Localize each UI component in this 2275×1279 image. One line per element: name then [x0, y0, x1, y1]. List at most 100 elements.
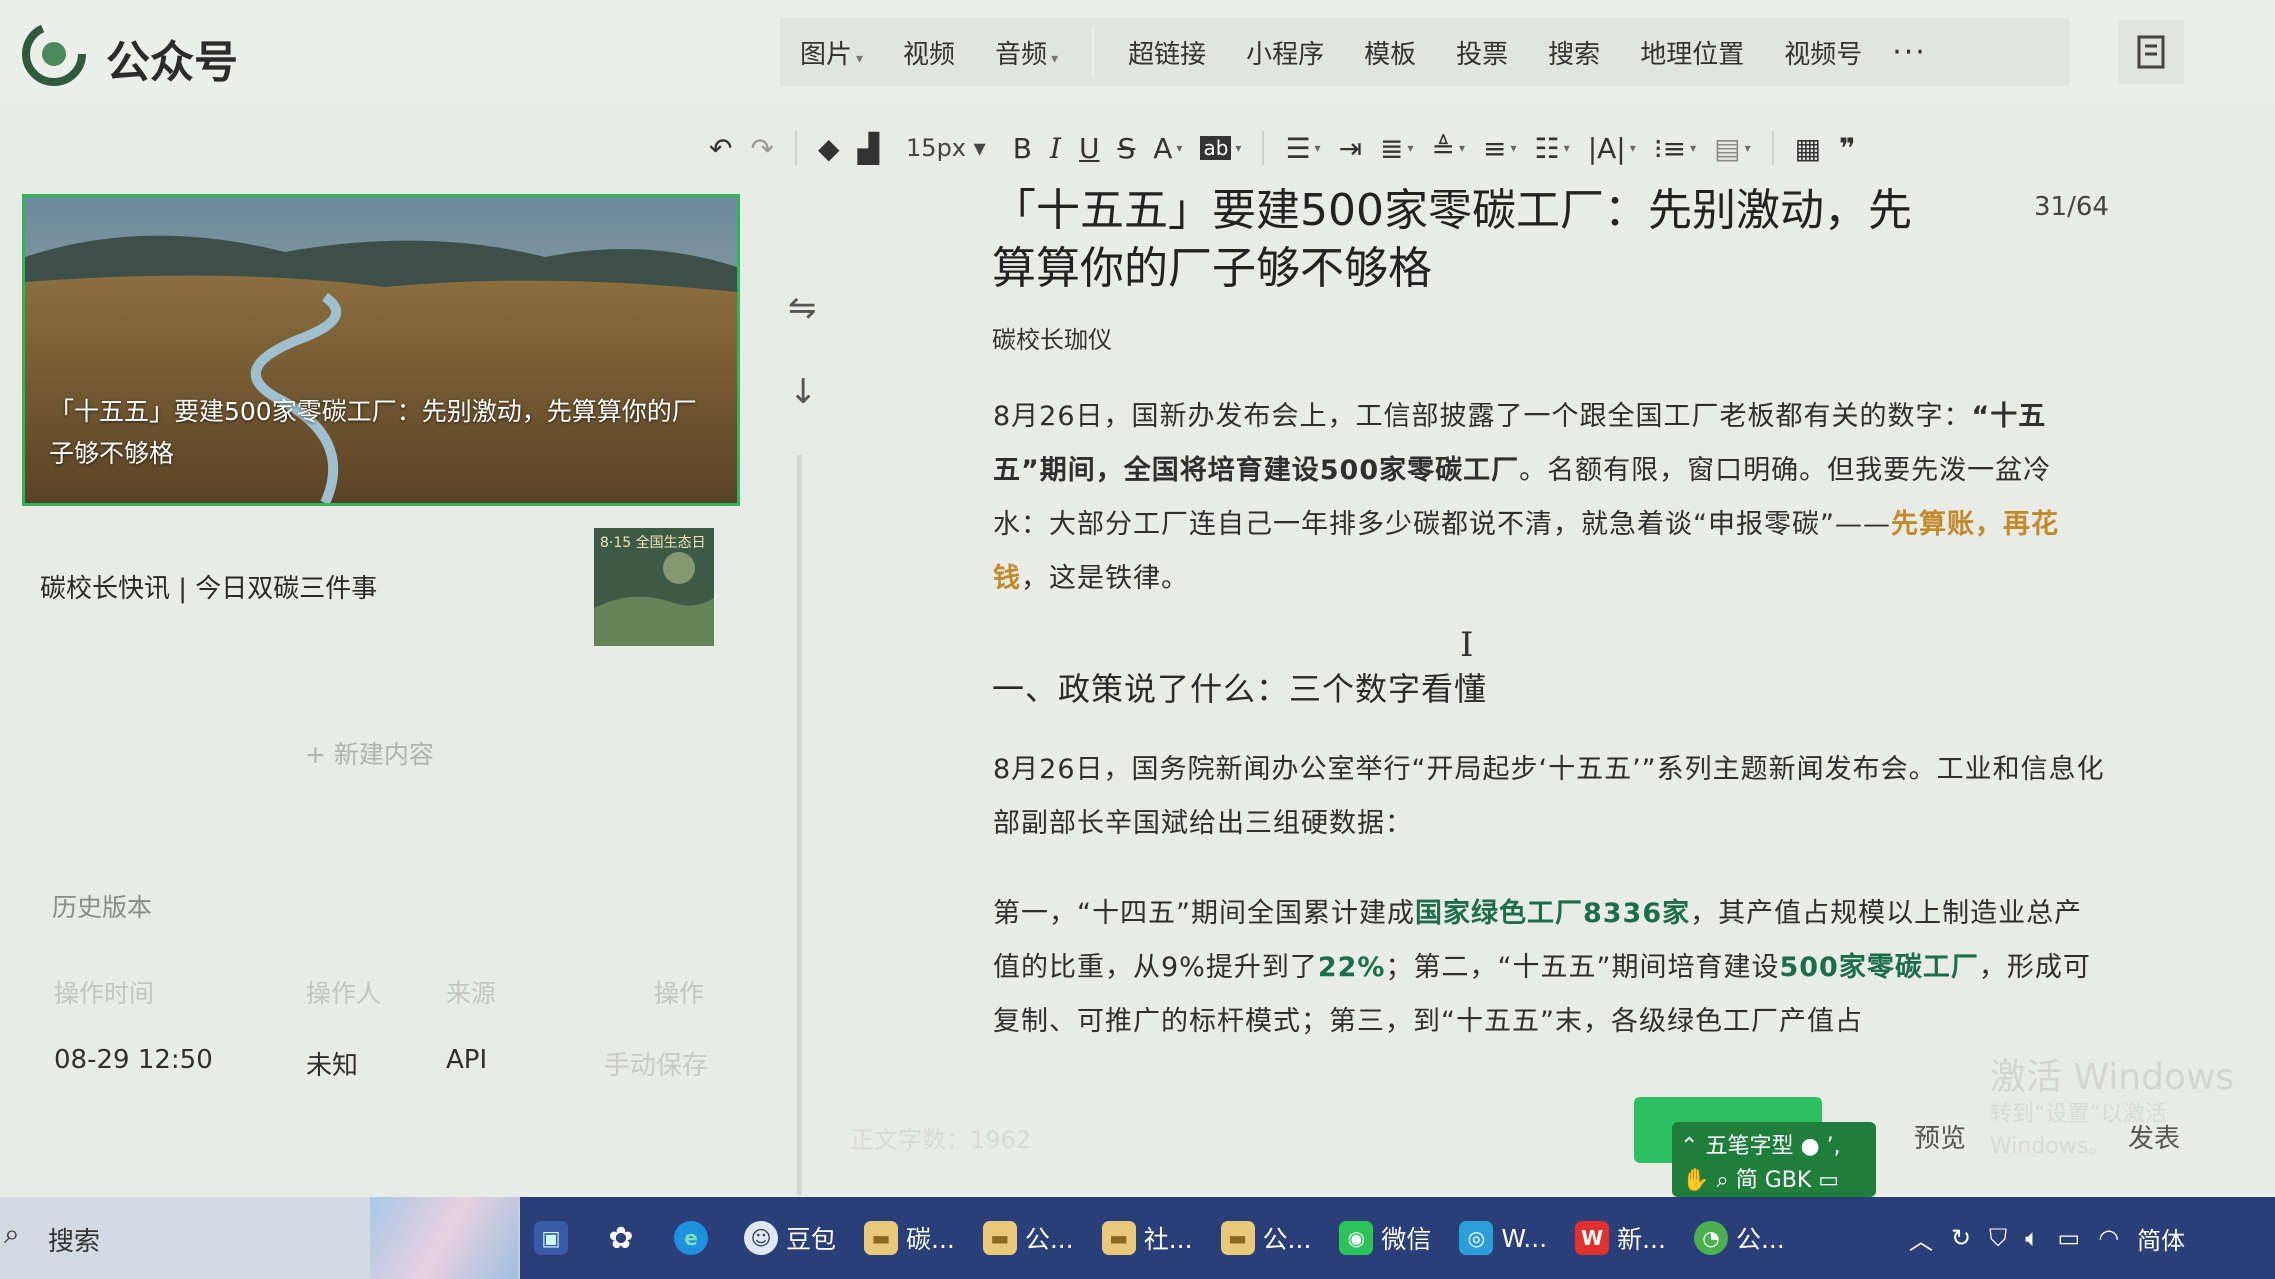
input-language-indicator[interactable]: 简体	[2137, 1221, 2185, 1256]
section-heading[interactable]: 一、政策说了什么：三个数字看懂	[992, 664, 1487, 710]
format-toolbar: ↶ ↷ ◆ ▟ 15px ▾ B I U S A ▾ ab ▾ ☰ ▾ ⇥ ≣ ▾ ≜ ▾…	[700, 118, 1865, 178]
folder-icon: ▬	[864, 1221, 899, 1255]
taskbar-app-chatgpt[interactable]: ✿	[604, 1220, 646, 1256]
font-size-select[interactable]: 15px ▾	[906, 134, 986, 162]
insert-miniprogram-button[interactable]: 小程序	[1246, 34, 1324, 71]
history-row-source: API	[446, 1045, 488, 1075]
history-header-action: 操作	[654, 979, 705, 1008]
taskbar-app-folder-2[interactable]: ▬ 公...	[982, 1220, 1074, 1256]
wifi-icon[interactable]: ◠	[2098, 1224, 2119, 1252]
chevron-down-icon: ▾	[1744, 141, 1751, 155]
strikethrough-icon[interactable]: S	[1117, 132, 1135, 165]
ime-row-bottom: ✋ ⌕ 简 GBK ▭	[1682, 1168, 1840, 1193]
bold-icon[interactable]: B	[1013, 132, 1032, 165]
taskbar-app-folder-3[interactable]: ▬ 社...	[1101, 1220, 1193, 1256]
insert-location-button[interactable]: 地理位置	[1640, 34, 1744, 71]
chatgpt-icon: ✿	[608, 1220, 634, 1256]
insert-search-button[interactable]: 搜索	[1548, 34, 1600, 71]
format-brush-icon[interactable]: ◆	[818, 132, 840, 165]
taskbar-search-box[interactable]: ⌕ 搜索	[0, 1197, 370, 1279]
chevron-up-icon[interactable]: ︿	[1909, 1221, 1933, 1256]
chevron-down-icon: ▾	[1235, 141, 1242, 155]
paragraph-spacing-icon[interactable]: ≡ ▾	[1483, 132, 1517, 165]
new-content-button[interactable]: + 新建内容	[305, 735, 434, 771]
insert-channels-button[interactable]: 视频号	[1784, 34, 1862, 71]
quote-icon[interactable]: ❞	[1839, 132, 1855, 165]
align-icon[interactable]: ☰ ▾	[1285, 132, 1320, 165]
clear-format-icon[interactable]: ▟	[857, 132, 879, 165]
taskbar-app-wps[interactable]: W 新...	[1575, 1220, 1666, 1256]
preview-button[interactable]: 预览	[1914, 1118, 1966, 1155]
more-options-button[interactable]: ···	[1892, 35, 1927, 70]
taskbar-app-wechat[interactable]: ◉ 微信	[1339, 1220, 1431, 1256]
wechat-work-icon: ◎	[1459, 1221, 1494, 1255]
line-height-icon[interactable]: ≜ ▾	[1432, 132, 1466, 165]
toolbar-divider	[1262, 131, 1265, 165]
doubao-icon: ☺	[744, 1221, 778, 1255]
taskbar-app-folder-1[interactable]: ▬ 碳...	[864, 1220, 955, 1256]
magnifier-icon[interactable]: ⌕	[1716, 1168, 1735, 1193]
ime-collapse-icon[interactable]: ⌃	[1680, 1134, 1705, 1159]
chevron-down-icon: ▾	[1459, 141, 1466, 155]
text-cursor-icon: I	[1460, 625, 1474, 665]
letter-spacing-icon[interactable]: ☷ ▾	[1535, 132, 1570, 165]
taskbar-app-files[interactable]: ▣	[534, 1221, 576, 1255]
insert-hyperlink-button[interactable]: 超链接	[1128, 34, 1206, 71]
paragraph-3[interactable]: 第一，“十四五”期间全国累计建成国家绿色工厂8336家，其产值占规模以上制造业总…	[993, 887, 2105, 1049]
insert-audio-button[interactable]: 音频 ▾	[995, 34, 1058, 71]
hand-icon[interactable]: ✋	[1682, 1168, 1716, 1193]
chevron-down-icon: ▾	[966, 134, 986, 162]
chevron-down-icon: ▾	[1051, 50, 1059, 67]
taskbar-app-folder-4[interactable]: ▬ 公...	[1220, 1220, 1311, 1256]
article-title-input[interactable]: 「十五五」要建500家零碳工厂：先别激动，先算算你的厂子够不够格	[992, 182, 1922, 298]
outdent-icon[interactable]: ≣ ▾	[1380, 132, 1414, 165]
author-input[interactable]: 碳校长珈仪	[992, 320, 1112, 355]
insert-vote-button[interactable]: 投票	[1456, 34, 1508, 71]
arrow-down-icon[interactable]: ↓	[789, 372, 818, 412]
insert-image-button[interactable]: 图片 ▾	[800, 34, 863, 71]
sync-icon[interactable]: ↻	[1951, 1224, 1971, 1252]
history-title: 历史版本	[52, 893, 153, 922]
list-icon[interactable]: ⁝≡ ▾	[1654, 132, 1696, 165]
paragraph-2[interactable]: 8月26日，国务院新闻办公室举行“开局起步‘十五五’”系列主题新闻发布会。工业和…	[993, 743, 2105, 851]
taskbar-app-gzh[interactable]: ◔ 公...	[1693, 1220, 1785, 1256]
indent-icon[interactable]: ⇥	[1339, 132, 1362, 165]
font-size-adjust-icon[interactable]: |A| ▾	[1588, 132, 1636, 165]
chevron-down-icon: ▾	[856, 50, 864, 67]
toolbar-divider	[794, 131, 797, 165]
chevron-down-icon: ▾	[1314, 141, 1321, 155]
panel-divider-scrollbar[interactable]	[797, 455, 802, 1195]
history-row-action[interactable]: 手动保存	[604, 1045, 708, 1082]
italic-icon[interactable]: I	[1050, 132, 1061, 165]
taskbar-app-wechat-work[interactable]: ◎ W...	[1459, 1221, 1547, 1255]
table-icon[interactable]: ▦	[1795, 132, 1821, 165]
insert-video-button[interactable]: 视频	[903, 34, 955, 71]
undo-icon[interactable]: ↶	[709, 132, 732, 165]
font-color-icon[interactable]: A ▾	[1153, 132, 1182, 165]
publish-button[interactable]: 发表	[2128, 1118, 2180, 1155]
side-panel-toggle-button[interactable]	[2118, 20, 2184, 84]
underline-icon[interactable]: U	[1079, 132, 1100, 165]
keyboard-icon[interactable]: ▭	[1811, 1168, 1839, 1193]
chevron-down-icon: ▾	[1407, 141, 1414, 155]
taskbar-apps: ▣ ✿ e ☺ 豆包 ▬ 碳... ▬ 公... ▬ 社... ▬ 公... ◉ 微信 ◎ W…	[520, 1197, 1900, 1279]
highlight-icon[interactable]: ab ▾	[1200, 136, 1241, 160]
files-icon: ▣	[534, 1221, 568, 1255]
volume-icon[interactable]: 🔈︎	[2025, 1224, 2039, 1252]
edge-icon: e	[674, 1221, 708, 1255]
shield-icon[interactable]: ⛉	[1989, 1224, 2007, 1252]
insert-template-button[interactable]: 模板	[1364, 34, 1416, 71]
article-thumbnail: 8·15 全国生态日	[594, 528, 714, 646]
redo-icon[interactable]: ↷	[750, 132, 773, 165]
taskbar-search-label: 搜索	[48, 1227, 101, 1257]
history-header-time: 操作时间	[54, 979, 155, 1008]
taskbar-app-edge[interactable]: e	[674, 1221, 716, 1255]
battery-icon[interactable]: ▭	[2058, 1224, 2081, 1252]
ime-status-bar[interactable]: ⌃ 五笔字型 ● ’, ✋ ⌕ 简 GBK ▭	[1672, 1122, 1876, 1197]
taskbar-app-doubao[interactable]: ☺ 豆包	[744, 1220, 836, 1256]
swap-icon[interactable]: ⇋	[788, 288, 817, 328]
paragraph-1[interactable]: 8月26日，国新办发布会上，工信部披露了一个跟全国工厂老板都有关的数字：“十五五…	[993, 390, 2105, 606]
alignment-icon[interactable]: ▤ ▾	[1714, 132, 1751, 165]
article-list-item[interactable]: 碳校长快讯 | 今日双碳三件事	[40, 568, 377, 605]
article-cover-card[interactable]: 「十五五」要建500家零碳工厂：先别激动，先算算你的厂子够不够格	[22, 194, 740, 506]
